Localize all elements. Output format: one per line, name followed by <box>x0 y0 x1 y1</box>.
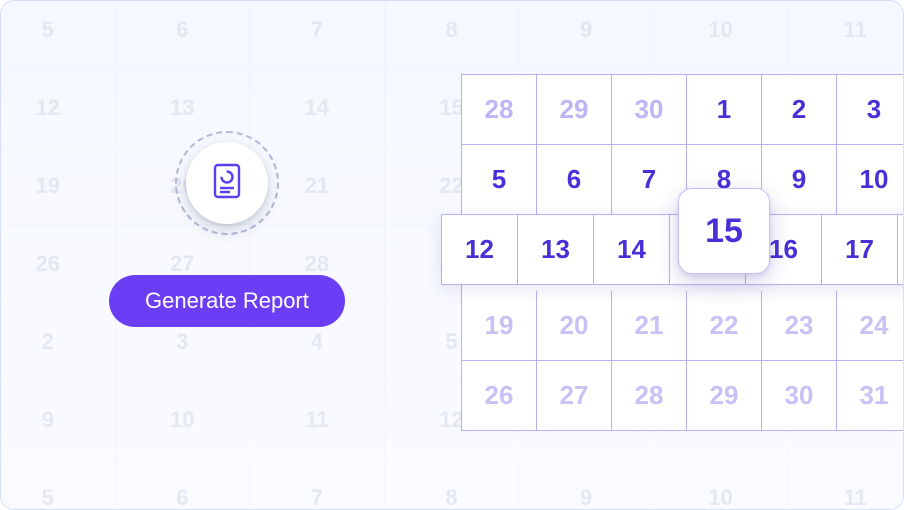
calendar-day[interactable]: 9 <box>762 145 837 215</box>
calendar-day-highlighted[interactable]: 15 <box>678 188 770 274</box>
calendar-day[interactable]: 1 <box>687 75 762 145</box>
calendar-day[interactable]: 5 <box>462 145 537 215</box>
bg-calendar-day: 7 <box>250 0 385 69</box>
bg-calendar-day: 7 <box>250 459 385 510</box>
bg-calendar-day: 9 <box>519 459 654 510</box>
calendar-day[interactable]: 10 <box>837 145 904 215</box>
calendar-day[interactable]: 30 <box>612 75 687 145</box>
calendar-day[interactable]: 7 <box>612 145 687 215</box>
calendar-row-floating: 12131415161718 <box>441 214 904 285</box>
calendar-day[interactable]: 6 <box>537 145 612 215</box>
calendar-day[interactable]: 27 <box>537 361 612 431</box>
calendar-day[interactable]: 26 <box>462 361 537 431</box>
feature-card: 5678910111213141516171819202122232425262… <box>0 0 904 510</box>
bg-calendar-day: 19 <box>0 147 116 225</box>
calendar-day[interactable]: 28 <box>462 75 537 145</box>
bg-calendar-day: 9 <box>0 381 116 459</box>
bg-calendar-day: 5 <box>0 459 116 510</box>
calendar-day[interactable]: 17 <box>822 215 898 285</box>
bg-calendar-day: 12 <box>0 69 116 147</box>
bg-calendar-day: 10 <box>116 381 251 459</box>
bg-calendar-day: 11 <box>788 459 904 510</box>
calendar-day[interactable]: 18 <box>898 215 904 285</box>
generate-report-button[interactable]: Generate Report <box>109 275 345 327</box>
bg-calendar-day: 6 <box>116 459 251 510</box>
bg-calendar-day: 8 <box>385 0 520 69</box>
calendar-day[interactable]: 19 <box>462 291 537 361</box>
calendar-day[interactable]: 31 <box>837 361 904 431</box>
bg-calendar-day: 11 <box>788 0 904 69</box>
report-icon-shell <box>175 131 279 235</box>
calendar-day[interactable]: 28 <box>612 361 687 431</box>
calendar-day[interactable]: 22 <box>687 291 762 361</box>
calendar-day[interactable]: 24 <box>837 291 904 361</box>
calendar-day[interactable]: 29 <box>537 75 612 145</box>
calendar-day[interactable]: 14 <box>594 215 670 285</box>
calendar-day[interactable]: 3 <box>837 75 904 145</box>
calendar-day[interactable]: 2 <box>762 75 837 145</box>
calendar-day[interactable]: 12 <box>442 215 518 285</box>
bg-calendar-day: 8 <box>385 459 520 510</box>
calendar-day[interactable]: 13 <box>518 215 594 285</box>
bg-calendar-day: 6 <box>116 0 251 69</box>
bg-calendar-day: 9 <box>519 0 654 69</box>
report-group: Generate Report <box>109 131 345 327</box>
report-icon <box>207 161 247 206</box>
calendar-day[interactable]: 21 <box>612 291 687 361</box>
bg-calendar-day: 11 <box>250 381 385 459</box>
calendar-day[interactable]: 30 <box>762 361 837 431</box>
bg-calendar-day: 10 <box>654 459 789 510</box>
bg-calendar-day: 26 <box>0 225 116 303</box>
calendar-day[interactable]: 29 <box>687 361 762 431</box>
report-icon-button[interactable] <box>186 142 268 224</box>
bg-calendar-day: 5 <box>0 0 116 69</box>
bg-calendar-day: 2 <box>0 303 116 381</box>
calendar-day[interactable]: 20 <box>537 291 612 361</box>
bg-calendar-day: 10 <box>654 0 789 69</box>
calendar-day[interactable]: 23 <box>762 291 837 361</box>
